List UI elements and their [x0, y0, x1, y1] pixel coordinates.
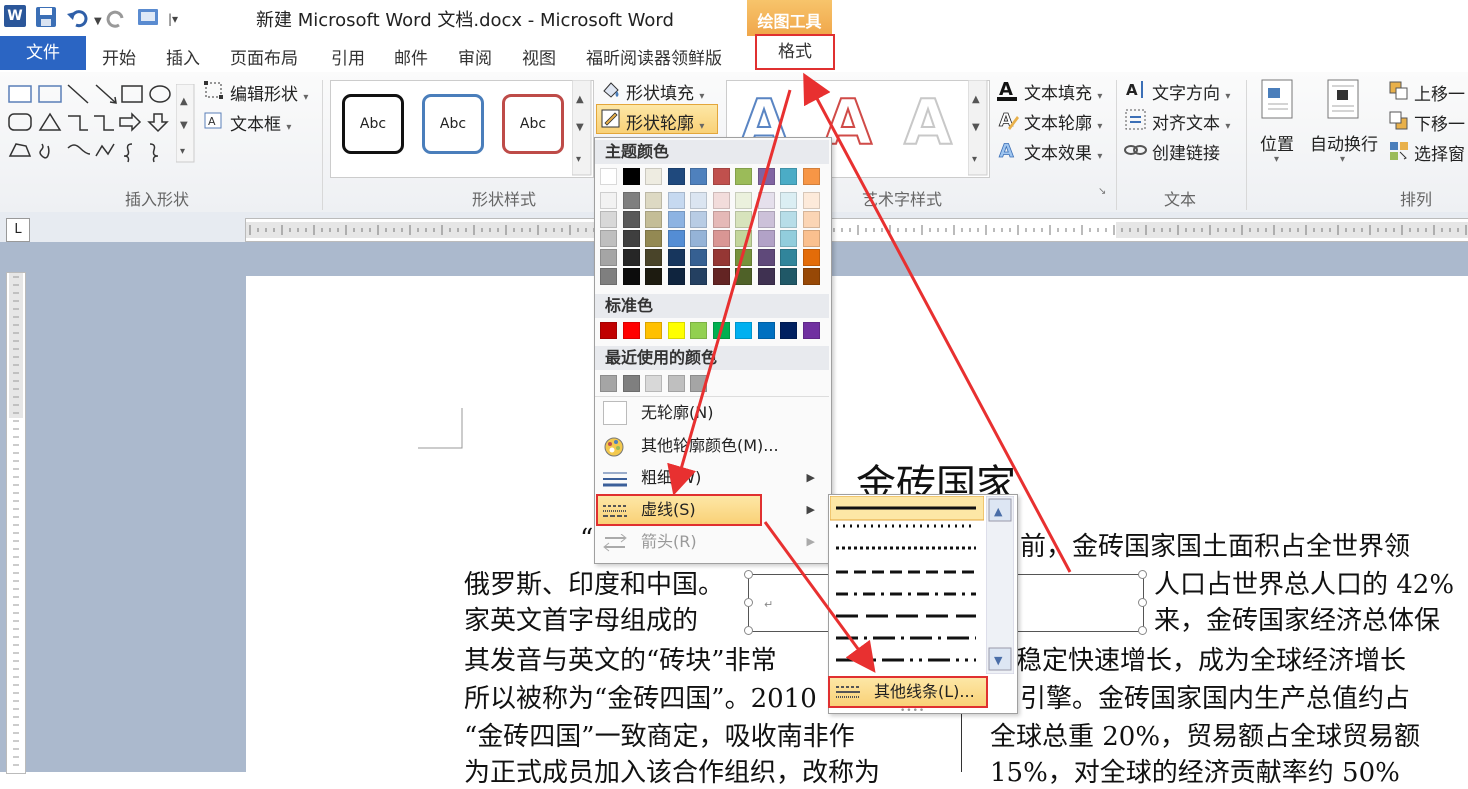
annotation-arrow-1 — [667, 89, 792, 496]
annotation-arrow-2 — [803, 72, 1072, 573]
annotation-arrow-3 — [763, 521, 876, 673]
annotation-overlay — [667, 72, 1072, 673]
